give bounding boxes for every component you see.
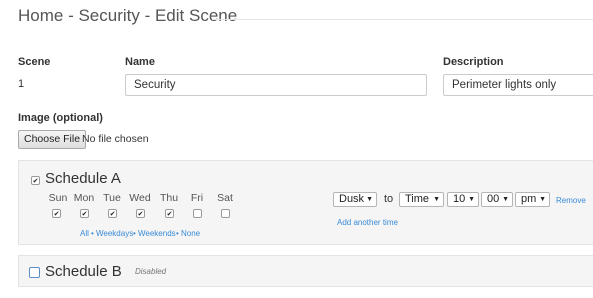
minute-select[interactable]: 00 ▼	[481, 192, 513, 207]
day-label-sat: Sat	[217, 192, 233, 204]
scene-number: 1	[18, 78, 25, 90]
schedule-a-title: Schedule A	[45, 170, 121, 187]
chevron-down-icon: ▼	[366, 196, 373, 203]
day-label-mon: Mon	[73, 192, 95, 204]
ampm-select[interactable]: pm ▼	[515, 192, 550, 207]
day-checkbox-fri[interactable]	[193, 209, 202, 218]
select-none-link[interactable]: None	[181, 229, 200, 238]
image-label: Image (optional)	[18, 112, 103, 124]
link-separator: •	[133, 229, 136, 238]
link-separator: •	[176, 229, 179, 238]
remove-time-link[interactable]: Remove	[556, 196, 586, 205]
select-all-link[interactable]: All	[80, 229, 89, 238]
day-label-tue: Tue	[103, 192, 121, 204]
schedule-b-title: Schedule B	[45, 263, 122, 280]
link-separator: •	[91, 229, 94, 238]
day-checkbox-tue[interactable]	[108, 209, 117, 218]
page-title: Home - Security - Edit Scene	[18, 6, 238, 25]
schedule-a-checkbox[interactable]	[31, 176, 40, 185]
day-label-wed: Wed	[129, 192, 151, 204]
chevron-down-icon: ▼	[468, 196, 475, 203]
hour-select[interactable]: 10 ▼	[447, 192, 479, 207]
minute-value: 00	[487, 193, 500, 205]
select-weekdays-link[interactable]: Weekdays	[96, 229, 133, 238]
ampm-value: pm	[521, 193, 537, 205]
file-status: No file chosen	[82, 133, 149, 145]
day-checkbox-mon[interactable]	[80, 209, 89, 218]
day-checkbox-thu[interactable]	[165, 209, 174, 218]
day-checkbox-wed[interactable]	[136, 209, 145, 218]
hour-value: 10	[453, 193, 466, 205]
to-label: to	[384, 193, 394, 205]
choose-file-button[interactable]: Choose File	[18, 130, 87, 149]
day-checkbox-sat[interactable]	[221, 209, 230, 218]
day-checkbox-sun[interactable]	[52, 209, 61, 218]
scene-label: Scene	[18, 56, 51, 68]
description-input[interactable]	[443, 74, 593, 96]
day-label-sun: Sun	[48, 192, 68, 204]
add-time-link[interactable]: Add another time	[337, 218, 398, 227]
name-input[interactable]	[125, 74, 427, 96]
select-weekends-link[interactable]: Weekends	[138, 229, 176, 238]
schedule-b-checkbox[interactable]	[29, 267, 40, 278]
start-time-select[interactable]: Dusk ▼	[333, 192, 377, 207]
end-type-value: Time	[405, 193, 430, 205]
chevron-down-icon: ▼	[502, 196, 509, 203]
day-label-thu: Thu	[159, 192, 179, 204]
title-divider	[212, 19, 593, 20]
start-time-value: Dusk	[339, 193, 365, 205]
chevron-down-icon: ▼	[433, 196, 440, 203]
chevron-down-icon: ▼	[539, 196, 546, 203]
schedule-b-status: Disabled	[135, 267, 167, 276]
name-label: Name	[125, 56, 155, 68]
day-label-fri: Fri	[190, 192, 204, 204]
description-label: Description	[443, 56, 504, 68]
end-type-select[interactable]: Time ▼	[399, 192, 444, 207]
